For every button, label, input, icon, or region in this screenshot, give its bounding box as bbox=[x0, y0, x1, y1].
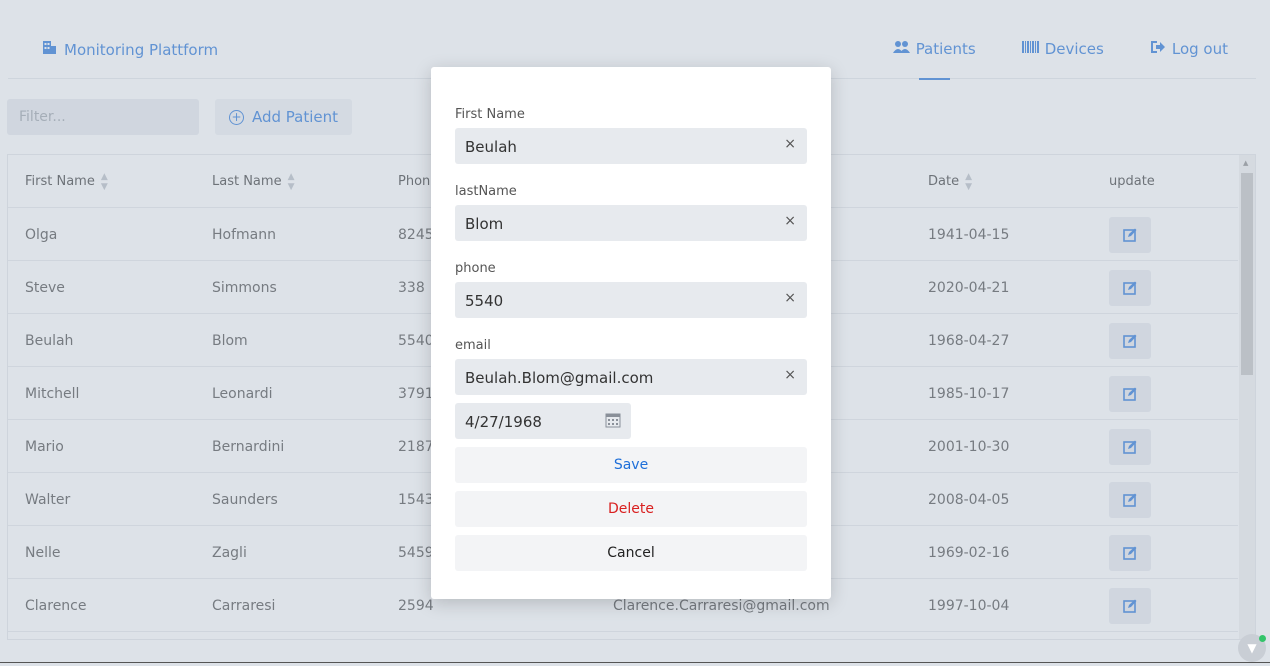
clear-icon[interactable]: × bbox=[784, 136, 796, 152]
first-name-label: First Name bbox=[455, 107, 525, 122]
clear-icon[interactable]: × bbox=[784, 213, 796, 229]
status-dot bbox=[1259, 635, 1266, 642]
email-label: email bbox=[455, 338, 491, 353]
last-name-label: lastName bbox=[455, 184, 517, 199]
bottom-divider bbox=[0, 662, 1270, 663]
first-name-field[interactable]: Beulah × bbox=[455, 128, 807, 164]
cancel-button[interactable]: Cancel bbox=[455, 535, 807, 571]
clear-icon[interactable]: × bbox=[784, 367, 796, 383]
birthdate-value: 4/27/1968 bbox=[465, 413, 542, 431]
email-field[interactable]: Beulah.Blom@gmail.com × bbox=[455, 359, 807, 395]
save-button[interactable]: Save bbox=[455, 447, 807, 483]
edit-patient-dialog: First Name Beulah × lastName Blom × phon… bbox=[431, 67, 831, 599]
phone-label: phone bbox=[455, 261, 496, 276]
first-name-value: Beulah bbox=[465, 138, 517, 156]
last-name-field[interactable]: Blom × bbox=[455, 205, 807, 241]
email-value: Beulah.Blom@gmail.com bbox=[465, 369, 654, 387]
calendar-icon[interactable] bbox=[605, 412, 621, 428]
phone-value: 5540 bbox=[465, 292, 504, 310]
birthdate-picker[interactable]: 4/27/1968 bbox=[455, 403, 631, 439]
last-name-value: Blom bbox=[465, 215, 504, 233]
phone-field[interactable]: 5540 × bbox=[455, 282, 807, 318]
clear-icon[interactable]: × bbox=[784, 290, 796, 306]
delete-button[interactable]: Delete bbox=[455, 491, 807, 527]
